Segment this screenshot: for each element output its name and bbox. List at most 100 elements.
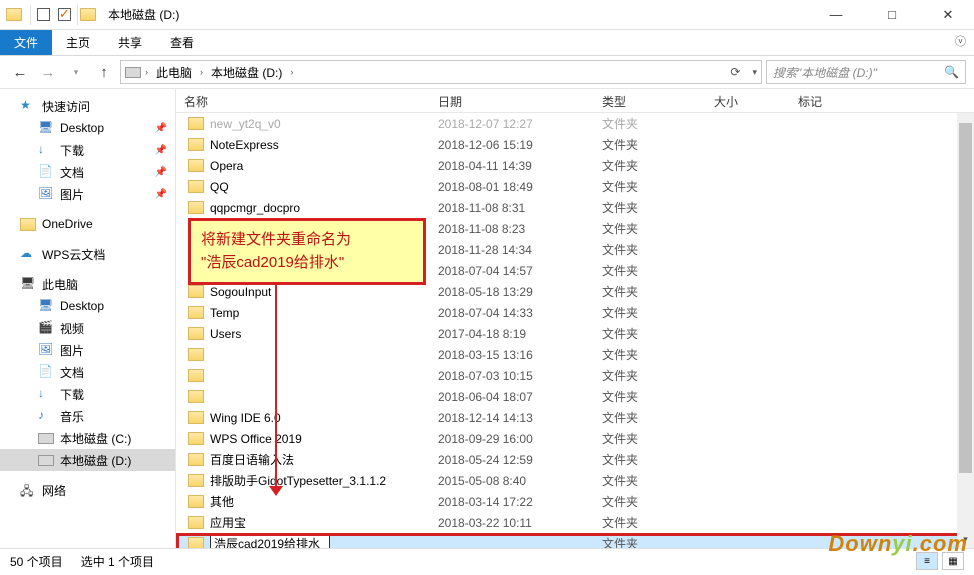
checkbox-checked-icon[interactable] <box>58 8 71 21</box>
sidebar-pc-item[interactable]: 🖼图片 <box>0 339 175 361</box>
file-date: 2018-12-07 12:27 <box>438 117 602 131</box>
sidebar-pc-item[interactable]: 📄文档 <box>0 361 175 383</box>
sidebar-item-label: 文档 <box>60 164 84 181</box>
sidebar-network[interactable]: 🖧 网络 <box>0 479 175 501</box>
file-date: 2018-03-22 10:11 <box>438 516 602 530</box>
drive-icon <box>38 455 54 466</box>
scrollbar[interactable]: ▾ <box>957 113 974 548</box>
tab-view[interactable]: 查看 <box>156 30 208 55</box>
window-title: 本地磁盘 (D:) <box>108 6 179 23</box>
file-row[interactable]: QQ2018-08-01 18:49文件夹 <box>176 176 974 197</box>
sidebar-wps[interactable]: ☁ WPS云文档 <box>0 243 175 265</box>
sidebar-drive-d[interactable]: 本地磁盘 (D:) <box>0 449 175 471</box>
file-date: 2018-03-15 13:16 <box>438 348 602 362</box>
download-icon: ↓ <box>38 142 54 158</box>
refresh-button[interactable]: ⟳ <box>724 65 746 79</box>
file-row[interactable]: qqpcmgr_docpro2018-11-08 8:31文件夹 <box>176 197 974 218</box>
sidebar-item-label: Desktop <box>60 299 104 313</box>
tab-share[interactable]: 共享 <box>104 30 156 55</box>
checkbox-icon[interactable] <box>37 8 50 21</box>
cloud-icon: ☁ <box>20 246 36 262</box>
sidebar-drive-c[interactable]: 本地磁盘 (C:) <box>0 427 175 449</box>
sidebar-pc-item[interactable]: 🖥Desktop <box>0 295 175 317</box>
file-date: 2015-05-08 8:40 <box>438 474 602 488</box>
file-row[interactable]: 2018-07-03 10:15文件夹 <box>176 365 974 386</box>
sidebar-item-label: 下载 <box>60 386 84 403</box>
file-type: 文件夹 <box>602 199 714 216</box>
drive-icon <box>38 433 54 444</box>
maximize-button[interactable]: □ <box>872 7 912 23</box>
file-row[interactable]: Wing IDE 6.02018-12-14 14:13文件夹 <box>176 407 974 428</box>
pin-icon: 📌 <box>155 167 167 178</box>
tab-home[interactable]: 主页 <box>52 30 104 55</box>
address-box[interactable]: › 此电脑 › 本地磁盘 (D:) › ⟳ ▾ <box>120 60 762 84</box>
folder-icon <box>188 411 204 424</box>
network-icon: 🖧 <box>20 482 36 498</box>
pic-icon: 🖼 <box>38 342 54 358</box>
sidebar-pc-item[interactable]: 🎬视频 <box>0 317 175 339</box>
tab-file[interactable]: 文件 <box>0 30 52 55</box>
pin-icon: 📌 <box>155 189 167 200</box>
folder-icon <box>188 495 204 508</box>
file-row[interactable]: 排版助手GidotTypesetter_3.1.1.22015-05-08 8:… <box>176 470 974 491</box>
file-row[interactable]: WPS Office 20192018-09-29 16:00文件夹 <box>176 428 974 449</box>
file-name: Users <box>210 327 438 341</box>
column-size[interactable]: 大小 <box>706 89 790 112</box>
file-name: 百度日语输入法 <box>210 451 438 468</box>
file-type: 文件夹 <box>602 178 714 195</box>
file-date: 2018-11-28 14:34 <box>438 243 602 257</box>
column-name[interactable]: 名称 <box>176 89 430 112</box>
file-row[interactable]: 2018-06-04 18:07文件夹 <box>176 386 974 407</box>
column-date[interactable]: 日期 <box>430 89 594 112</box>
nav-back-button[interactable]: ← <box>8 60 32 84</box>
file-row[interactable]: Temp2018-07-04 14:33文件夹 <box>176 302 974 323</box>
sidebar-item-label: 视频 <box>60 320 84 337</box>
sidebar-quick-access[interactable]: ★ 快速访问 <box>0 95 175 117</box>
file-row[interactable]: 百度日语输入法2018-05-24 12:59文件夹 <box>176 449 974 470</box>
folder-icon <box>188 285 204 298</box>
file-type: 文件夹 <box>602 157 714 174</box>
file-row[interactable]: Opera2018-04-11 14:39文件夹 <box>176 155 974 176</box>
column-tag[interactable]: 标记 <box>790 89 872 112</box>
file-row[interactable]: Users2017-04-18 8:19文件夹 <box>176 323 974 344</box>
nav-dropdown-button[interactable]: ▾ <box>64 60 88 84</box>
breadcrumb-root[interactable]: 此电脑 <box>152 62 196 83</box>
ribbon-expand-icon[interactable]: ⓥ <box>955 33 966 49</box>
chevron-down-icon[interactable]: ▾ <box>752 67 757 78</box>
file-row[interactable]: 应用宝2018-03-22 10:11文件夹 <box>176 512 974 533</box>
sidebar-item-label: 下载 <box>60 142 84 159</box>
folder-icon <box>188 117 204 130</box>
sidebar-thispc[interactable]: 🖥 此电脑 <box>0 273 175 295</box>
scrollbar-thumb[interactable] <box>959 123 972 473</box>
sidebar-quick-item[interactable]: 🖼图片📌 <box>0 183 175 205</box>
sidebar-onedrive[interactable]: OneDrive <box>0 213 175 235</box>
close-button[interactable]: ✕ <box>928 7 968 23</box>
nav-up-button[interactable]: ↑ <box>92 60 116 84</box>
breadcrumb-current[interactable]: 本地磁盘 (D:) <box>207 62 286 83</box>
file-date: 2018-04-11 14:39 <box>438 159 602 173</box>
file-rename-input[interactable] <box>210 535 438 549</box>
file-row[interactable]: new_yt2q_v02018-12-07 12:27文件夹 <box>176 113 974 134</box>
chevron-right-icon: › <box>200 67 203 77</box>
column-type[interactable]: 类型 <box>594 89 706 112</box>
rename-input[interactable] <box>210 535 330 549</box>
search-input[interactable]: 搜索"本地磁盘 (D:)" 🔍 <box>766 60 966 84</box>
file-name: 应用宝 <box>210 514 438 531</box>
sidebar-pc-item[interactable]: ↓下载 <box>0 383 175 405</box>
file-name: QQ <box>210 180 438 194</box>
sidebar: ★ 快速访问 🖥Desktop📌↓下载📌📄文档📌🖼图片📌 OneDrive ☁ … <box>0 89 176 548</box>
file-type: 文件夹 <box>602 115 714 132</box>
file-row[interactable]: 2018-03-15 13:16文件夹 <box>176 344 974 365</box>
file-row[interactable]: NoteExpress2018-12-06 15:19文件夹 <box>176 134 974 155</box>
sidebar-quick-item[interactable]: 🖥Desktop📌 <box>0 117 175 139</box>
sidebar-quick-item[interactable]: ↓下载📌 <box>0 139 175 161</box>
nav-forward-button[interactable]: → <box>36 60 60 84</box>
file-date: 2018-07-03 10:15 <box>438 369 602 383</box>
file-type: 文件夹 <box>602 451 714 468</box>
sidebar-quick-item[interactable]: 📄文档📌 <box>0 161 175 183</box>
sidebar-pc-item[interactable]: ♪音乐 <box>0 405 175 427</box>
search-icon[interactable]: 🔍 <box>944 65 959 79</box>
file-row[interactable]: 其他2018-03-14 17:22文件夹 <box>176 491 974 512</box>
folder-icon <box>188 369 204 382</box>
minimize-button[interactable]: — <box>816 7 856 23</box>
